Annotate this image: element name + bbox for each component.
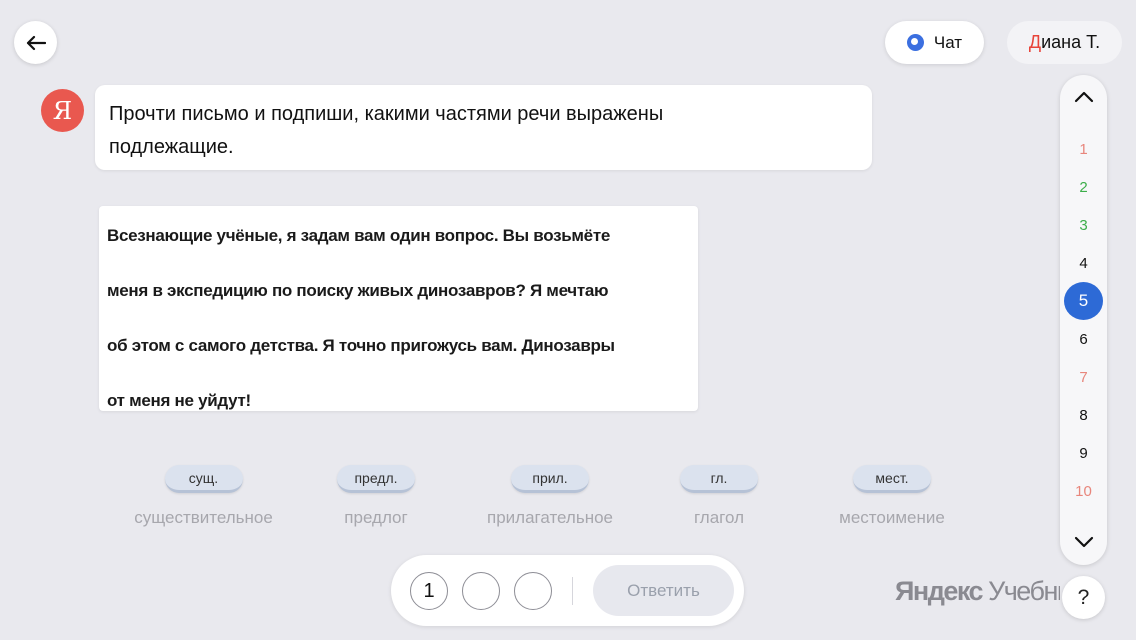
task-message-line: Прочти письмо и подпиши, какими частями …: [109, 103, 664, 125]
chat-button[interactable]: Чат: [885, 21, 984, 64]
chip-preposition[interactable]: предл.: [337, 465, 415, 493]
chip-label-noun: существительное: [134, 508, 273, 527]
brand-part2: Учебник: [988, 576, 1060, 606]
letter-line: Всезнающие учёные, я задам вам один вопр…: [107, 226, 610, 245]
letter-line: меня в экспедицию по поиску живых диноза…: [107, 281, 609, 300]
question-number-5[interactable]: 5: [1064, 282, 1103, 320]
question-number-4[interactable]: 4: [1064, 244, 1103, 282]
assistant-avatar: Я: [41, 89, 84, 132]
chip-adjective[interactable]: прил.: [511, 465, 589, 493]
chevron-up-icon: [1074, 91, 1093, 103]
chip-label-adjective: прилагательное: [487, 508, 613, 527]
question-number-1[interactable]: 1: [1064, 130, 1103, 168]
question-number-9[interactable]: 9: [1064, 434, 1103, 472]
question-number-3[interactable]: 3: [1064, 206, 1103, 244]
question-navigator: 1 2 3 4 5 6 7 8 9 10: [1060, 75, 1107, 565]
chip-label-preposition: предлог: [344, 508, 408, 527]
user-profile-button[interactable]: Диана Т.: [1007, 21, 1122, 64]
question-number-10[interactable]: 10: [1064, 472, 1103, 510]
letter-text-card: Всезнающие учёные, я задам вам один вопр…: [99, 206, 698, 411]
answer-bar: 1 Ответить: [391, 555, 744, 626]
chevron-down-icon: [1074, 536, 1093, 548]
chip-noun[interactable]: сущ.: [164, 465, 243, 493]
part-of-speech-preposition: предл. предлог: [337, 465, 415, 528]
chip-pronoun[interactable]: мест.: [853, 465, 931, 493]
attempt-slot-1: 1: [410, 572, 448, 610]
chip-label-verb: глагол: [693, 508, 745, 527]
part-of-speech-noun: сущ. существительное: [125, 465, 282, 528]
user-name-rest: иана Т.: [1041, 32, 1101, 52]
question-number-2[interactable]: 2: [1064, 168, 1103, 206]
chat-icon: [906, 34, 924, 51]
scroll-down-button[interactable]: [1060, 522, 1107, 562]
answer-divider: [572, 577, 573, 605]
attempt-slot-3: [514, 572, 552, 610]
question-number-6[interactable]: 6: [1064, 320, 1103, 358]
letter-line: об этом с самого детства. Я точно пригож…: [107, 336, 615, 355]
scroll-up-button[interactable]: [1060, 77, 1107, 117]
part-of-speech-verb: гл. глагол: [680, 465, 758, 528]
chip-verb[interactable]: гл.: [680, 465, 758, 493]
back-button[interactable]: [14, 21, 57, 64]
task-message-line: подлежащие.: [109, 136, 234, 158]
user-name-first-letter: Д: [1028, 32, 1042, 52]
task-message-bubble: Прочти письмо и подпиши, какими частями …: [95, 85, 872, 170]
help-button[interactable]: ?: [1062, 576, 1105, 619]
part-of-speech-pronoun: мест. местоимение: [829, 465, 955, 528]
brand-logo: Яндекс Учебник: [895, 576, 1060, 616]
brand-part1: Яндекс: [895, 576, 984, 606]
chip-label-pronoun: местоимение: [839, 508, 945, 527]
submit-answer-button[interactable]: Ответить: [593, 565, 734, 616]
attempt-slot-2: [462, 572, 500, 610]
chat-label: Чат: [933, 32, 963, 52]
question-number-8[interactable]: 8: [1064, 396, 1103, 434]
question-number-7[interactable]: 7: [1064, 358, 1103, 396]
letter-line: от меня не уйдут!: [107, 391, 251, 410]
part-of-speech-adjective: прил. прилагательное: [476, 465, 624, 528]
arrow-left-icon: [26, 35, 46, 50]
